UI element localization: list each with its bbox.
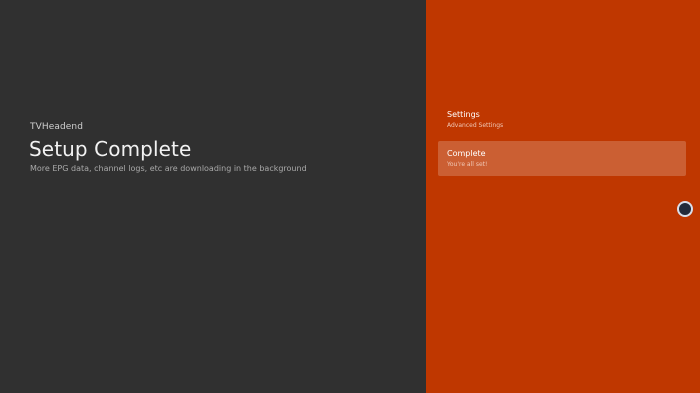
settings-action-label: Settings	[447, 110, 480, 119]
page-description: More EPG data, channel logs, etc are dow…	[30, 164, 307, 173]
complete-action-label: Complete	[447, 149, 486, 158]
setup-screen: TVHeadend Setup Complete More EPG data, …	[0, 0, 700, 393]
settings-action[interactable]: Settings Advanced Settings	[438, 104, 686, 136]
actions-panel: Settings Advanced Settings Complete You'…	[426, 0, 700, 393]
breadcrumb: TVHeadend	[30, 122, 84, 132]
complete-action[interactable]: Complete You're all set!	[438, 141, 686, 176]
complete-action-sublabel: You're all set!	[447, 161, 488, 168]
guidance-panel: TVHeadend Setup Complete More EPG data, …	[0, 0, 426, 393]
cursor-icon	[677, 201, 693, 217]
page-title: Setup Complete	[29, 137, 192, 161]
settings-action-sublabel: Advanced Settings	[447, 122, 504, 129]
